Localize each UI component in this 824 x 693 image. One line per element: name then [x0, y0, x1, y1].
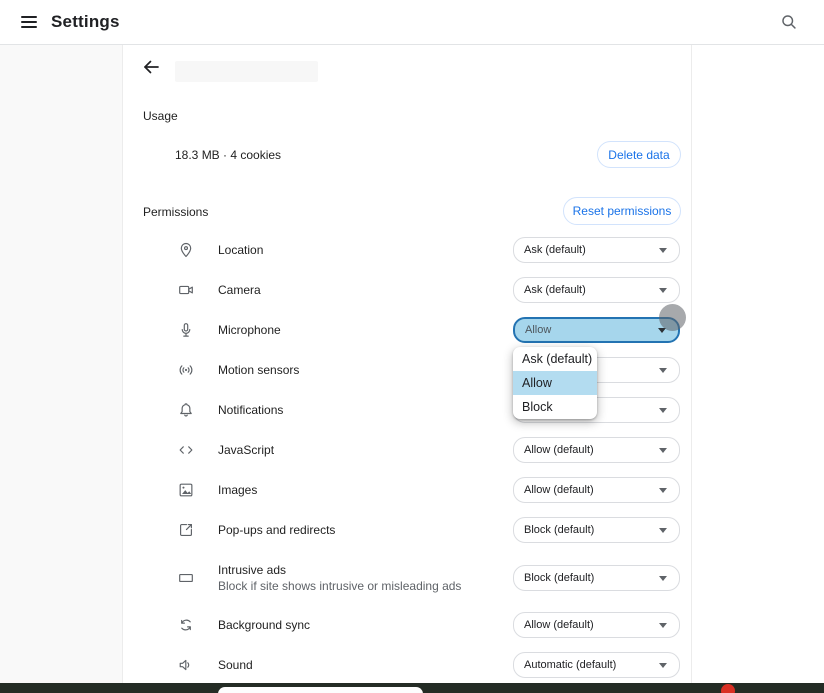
- permission-label: Images: [218, 482, 257, 498]
- permission-label: Motion sensors: [218, 362, 299, 378]
- popups-dropdown[interactable]: Block (default): [513, 517, 680, 543]
- chevron-down-icon: [659, 576, 667, 581]
- permission-label: Pop-ups and redirects: [218, 522, 335, 538]
- chevron-down-icon: [659, 368, 667, 373]
- usage-section-label: Usage: [143, 109, 178, 123]
- popups-icon: [177, 521, 195, 539]
- permission-row-notifications: Notifications: [123, 397, 691, 423]
- search-icon[interactable]: [780, 13, 798, 31]
- dropdown-value: Block (default): [524, 524, 659, 536]
- chevron-down-icon: [659, 623, 667, 628]
- permission-label: Background sync: [218, 617, 310, 633]
- back-arrow-icon[interactable]: [141, 57, 161, 77]
- background-sync-icon: [177, 616, 195, 634]
- permission-label: Notifications: [218, 402, 283, 418]
- permissions-section-label: Permissions: [143, 205, 208, 219]
- dropdown-value: Allow: [525, 324, 658, 336]
- site-settings-panel: Usage 18.3 MB · 4 cookies Delete data Pe…: [123, 45, 692, 683]
- page-title: Settings: [51, 12, 120, 32]
- permission-sublabel: Block if site shows intrusive or mislead…: [218, 578, 461, 594]
- permission-label: Camera: [218, 282, 261, 298]
- permission-row-location: Location Ask (default): [123, 237, 691, 263]
- microphone-dropdown-menu: Ask (default) Allow Block: [513, 347, 597, 419]
- javascript-icon: [177, 441, 195, 459]
- location-dropdown[interactable]: Ask (default): [513, 237, 680, 263]
- dropdown-value: Ask (default): [524, 244, 659, 256]
- chevron-down-icon: [659, 488, 667, 493]
- menu-option-ask-default[interactable]: Ask (default): [513, 347, 597, 371]
- permission-label: Microphone: [218, 322, 281, 338]
- chevron-down-icon: [659, 528, 667, 533]
- camera-dropdown[interactable]: Ask (default): [513, 277, 680, 303]
- permission-row-javascript: JavaScript Allow (default): [123, 437, 691, 463]
- chevron-down-icon: [659, 663, 667, 668]
- location-icon: [177, 241, 195, 259]
- microphone-icon: [177, 321, 195, 339]
- permission-row-camera: Camera Ask (default): [123, 277, 691, 303]
- dropdown-value: Allow (default): [524, 444, 659, 456]
- chevron-down-icon: [659, 248, 667, 253]
- menu-icon[interactable]: [21, 16, 37, 28]
- javascript-dropdown[interactable]: Allow (default): [513, 437, 680, 463]
- taskbar-red-icon[interactable]: [721, 684, 735, 693]
- menu-option-allow[interactable]: Allow: [513, 371, 597, 395]
- permission-row-sound: Sound Automatic (default): [123, 652, 691, 678]
- usage-summary: 18.3 MB · 4 cookies: [175, 148, 281, 162]
- sound-dropdown[interactable]: Automatic (default): [513, 652, 680, 678]
- taskbar-window-pill[interactable]: [218, 687, 423, 693]
- reset-permissions-button[interactable]: Reset permissions: [563, 197, 681, 225]
- dropdown-value: Automatic (default): [524, 659, 659, 671]
- images-dropdown[interactable]: Allow (default): [513, 477, 680, 503]
- left-gutter: [0, 45, 123, 683]
- camera-icon: [177, 281, 195, 299]
- app-header: Settings: [0, 0, 824, 45]
- intrusive-ads-icon: [177, 569, 195, 587]
- menu-option-block[interactable]: Block: [513, 395, 597, 419]
- dropdown-value: Allow (default): [524, 484, 659, 496]
- motion-sensors-icon: [177, 361, 195, 379]
- permission-label: JavaScript: [218, 442, 274, 458]
- chevron-down-icon: [658, 328, 666, 333]
- permission-label: Intrusive ads: [218, 562, 461, 578]
- sound-icon: [177, 656, 195, 674]
- site-name-placeholder: [175, 61, 318, 82]
- permission-row-intrusive-ads: Intrusive ads Block if site shows intrus…: [123, 558, 691, 598]
- permission-row-motion-sensors: Motion sensors: [123, 357, 691, 383]
- permission-label: Location: [218, 242, 263, 258]
- microphone-dropdown-open[interactable]: Allow: [513, 317, 680, 343]
- intrusive-ads-dropdown[interactable]: Block (default): [513, 565, 680, 591]
- delete-data-button[interactable]: Delete data: [597, 141, 681, 168]
- images-icon: [177, 481, 195, 499]
- notifications-icon: [177, 401, 195, 419]
- chevron-down-icon: [659, 448, 667, 453]
- dropdown-value: Block (default): [524, 572, 659, 584]
- permission-row-background-sync: Background sync Allow (default): [123, 612, 691, 638]
- permission-row-microphone: Microphone Allow: [123, 317, 691, 343]
- permission-row-popups: Pop-ups and redirects Block (default): [123, 517, 691, 543]
- permission-label: Sound: [218, 657, 253, 673]
- taskbar: [0, 683, 824, 693]
- chevron-down-icon: [659, 288, 667, 293]
- background-sync-dropdown[interactable]: Allow (default): [513, 612, 680, 638]
- dropdown-value: Allow (default): [524, 619, 659, 631]
- dropdown-value: Ask (default): [524, 284, 659, 296]
- permission-row-images: Images Allow (default): [123, 477, 691, 503]
- chevron-down-icon: [659, 408, 667, 413]
